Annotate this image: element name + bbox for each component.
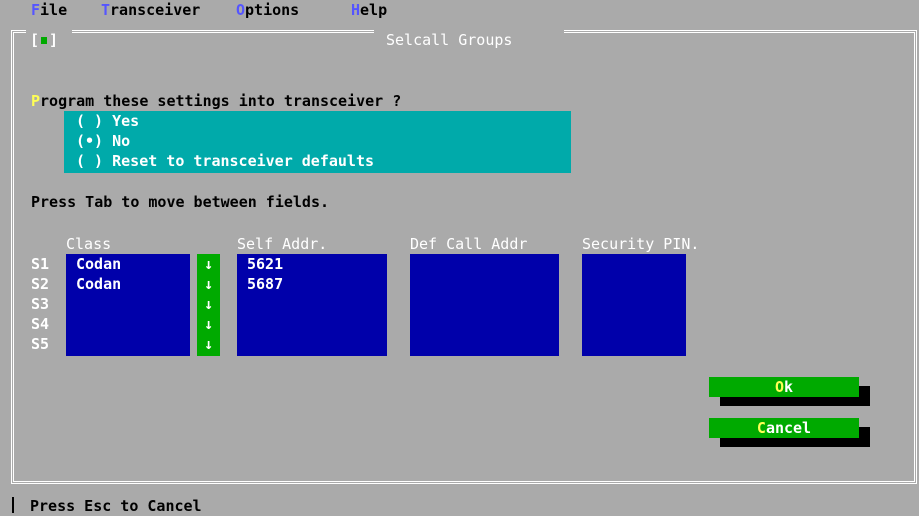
header-def-call-addr: Def Call Addr (410, 235, 528, 253)
header-class: Class (66, 235, 112, 253)
menu-transceiver-hotkey: T (101, 1, 111, 19)
dropdown-arrow-icon[interactable]: ↓ (197, 274, 220, 294)
program-question-label: rogram these settings into transceiver ? (40, 92, 402, 110)
radio-no[interactable]: (•) No (76, 131, 130, 151)
status-marker-icon (12, 497, 14, 513)
dialog-title: Selcall Groups (386, 31, 513, 49)
program-radio-group: ( ) Yes (•) No ( ) Reset to transceiver … (64, 111, 571, 173)
row-label-s3: S3 (31, 295, 50, 313)
row-label-s1: S1 (31, 255, 50, 273)
def-call-addr-list[interactable] (410, 254, 559, 356)
menu-bar: File Transceiver Options Help (0, 0, 919, 20)
ok-hotkey: O (774, 378, 784, 396)
self-addr-list[interactable]: 5621 5687 (237, 254, 387, 356)
ok-label: k (784, 378, 794, 396)
close-bracket-left: [ (30, 31, 40, 49)
class-list[interactable]: Codan Codan (66, 254, 190, 356)
cancel-label: ancel (765, 419, 812, 437)
dropdown-arrow-icon[interactable]: ↓ (197, 294, 220, 314)
ok-button[interactable]: Ok (709, 377, 859, 397)
menu-options[interactable]: Options (236, 0, 299, 20)
close-icon (41, 37, 48, 44)
menu-file-label: ile (40, 1, 68, 19)
cancel-hotkey: C (756, 419, 766, 437)
dropdown-arrow-icon[interactable]: ↓ (197, 314, 220, 334)
program-question-hotkey: P (31, 92, 41, 110)
menu-help-label: elp (360, 1, 388, 19)
row-label-s5: S5 (31, 335, 50, 353)
cancel-button[interactable]: Cancel (709, 418, 859, 438)
radio-reset-defaults[interactable]: ( ) Reset to transceiver defaults (76, 151, 374, 171)
menu-transceiver[interactable]: Transceiver (101, 0, 200, 20)
radio-yes[interactable]: ( ) Yes (76, 111, 139, 131)
header-self-addr: Self Addr. (237, 235, 328, 253)
row-label-s4: S4 (31, 315, 50, 333)
menu-transceiver-label: ransceiver (110, 1, 201, 19)
row-label-s2: S2 (31, 275, 50, 293)
security-pin-list[interactable] (582, 254, 686, 356)
close-bracket-right: ] (49, 31, 59, 49)
self-addr-cell-s1[interactable]: 5621 (247, 254, 283, 274)
menu-help-hotkey: H (351, 1, 361, 19)
class-cell-s2[interactable]: Codan (76, 274, 121, 294)
menu-help[interactable]: Help (351, 0, 387, 20)
menu-options-label: ptions (245, 1, 300, 19)
program-question: Program these settings into transceiver … (31, 91, 401, 111)
menu-file-hotkey: F (31, 1, 41, 19)
tab-hint: Press Tab to move between fields. (31, 193, 330, 211)
class-dropdown-strip: ↓ ↓ ↓ ↓ ↓ (197, 254, 220, 356)
menu-file[interactable]: File (31, 0, 67, 20)
class-cell-s1[interactable]: Codan (76, 254, 121, 274)
dropdown-arrow-icon[interactable]: ↓ (197, 334, 220, 354)
status-text: Press Esc to Cancel (30, 497, 202, 515)
self-addr-cell-s2[interactable]: 5687 (247, 274, 283, 294)
dropdown-arrow-icon[interactable]: ↓ (197, 254, 220, 274)
header-security-pin: Security PIN. (582, 235, 700, 253)
menu-options-hotkey: O (236, 1, 246, 19)
close-button[interactable]: [] (30, 30, 58, 50)
